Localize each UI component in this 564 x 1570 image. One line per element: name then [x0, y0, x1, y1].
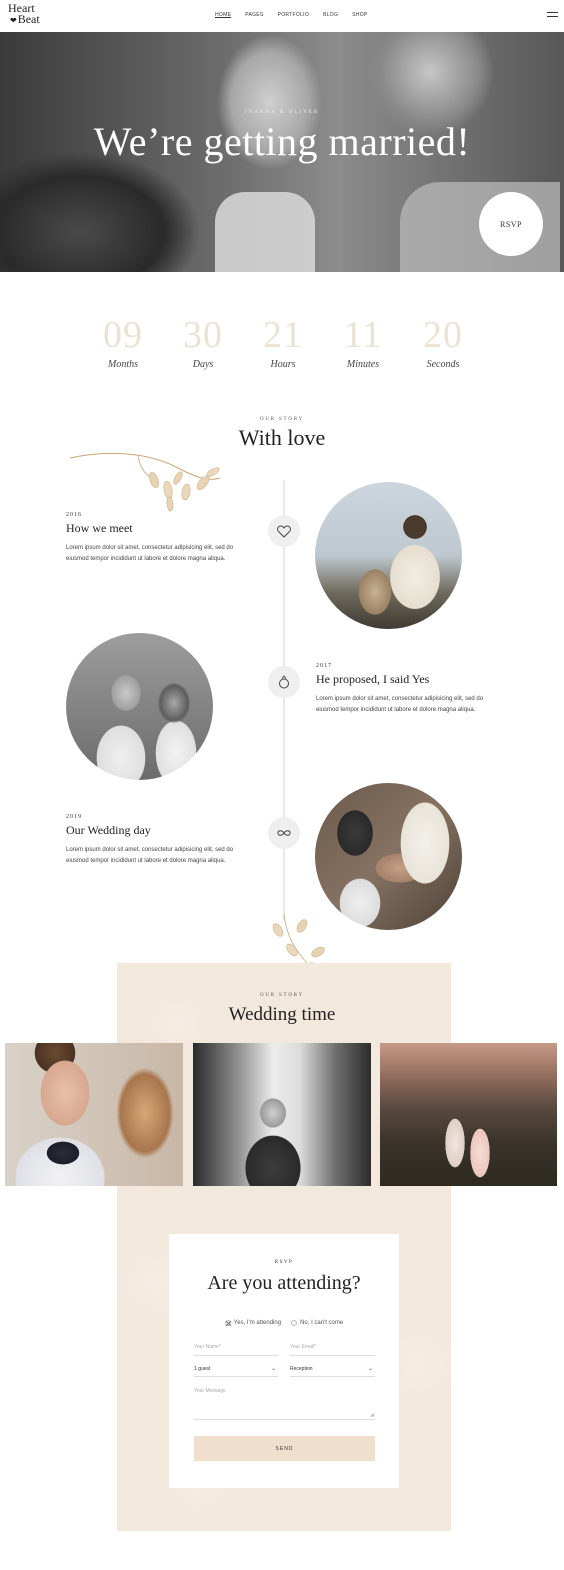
rsvp-badge-button[interactable]: RSVP	[479, 192, 543, 256]
event-title: How we meet	[66, 521, 133, 535]
menu-item-pages[interactable]: PAGES	[245, 12, 263, 18]
chevron-down-icon: ⌄	[270, 1366, 276, 1372]
countdown-value: 09	[103, 314, 143, 356]
event-select[interactable]: Reception ⌄	[290, 1363, 375, 1377]
photo-proposal	[66, 633, 213, 780]
countdown-label: Hours	[270, 359, 296, 370]
countdown-label: Days	[192, 359, 214, 370]
radio-not-attending-label: No, I can't come	[300, 1320, 344, 1326]
countdown-label: Minutes	[346, 359, 380, 370]
radio-attending[interactable]: Yes, I'm attending	[224, 1320, 282, 1326]
radio-checked-icon	[224, 1320, 231, 1326]
countdown-seconds: 20 Seconds	[403, 315, 483, 370]
hamburger-menu-icon[interactable]	[547, 12, 558, 18]
rsvp-form: RSVP Are you attending? Yes, I'm attendi…	[169, 1234, 399, 1488]
event-title: Our Wedding day	[66, 823, 151, 837]
guests-select-value: 1 guest	[194, 1366, 211, 1372]
countdown: 09 Months 30 Days 21 Hours 11 Minutes 20…	[83, 315, 483, 370]
event-text: Lorem ipsum dolor sit amet, consectetur …	[66, 545, 234, 562]
radio-unchecked-icon	[291, 1320, 298, 1326]
event-select-value: Reception	[290, 1366, 313, 1372]
rsvp-eyebrow: RSVP	[274, 1260, 294, 1265]
floral-sprig-icon	[272, 913, 325, 970]
radio-attending-label: Yes, I'm attending	[233, 1320, 282, 1326]
countdown-label: Months	[108, 359, 138, 370]
photo-wedding-day	[315, 783, 462, 930]
event-year: 2019	[66, 814, 82, 820]
hero-photo-detail	[215, 192, 315, 272]
event-text: Lorem ipsum dolor sit amet, consectetur …	[316, 696, 484, 713]
message-field[interactable]: Your Message ◢	[194, 1386, 375, 1420]
event-year: 2017	[316, 663, 332, 669]
countdown-days: 30 Days	[163, 315, 243, 370]
ring-icon	[279, 675, 289, 689]
resize-grip-icon[interactable]: ◢	[370, 1412, 374, 1418]
infinity-icon	[277, 830, 291, 836]
photo-how-we-meet	[315, 482, 462, 629]
countdown-value: 21	[263, 314, 303, 356]
send-button[interactable]: SEND	[194, 1436, 375, 1461]
countdown-value: 11	[343, 314, 383, 356]
hero-title: We’re getting married!	[93, 119, 471, 164]
countdown-hours: 21 Hours	[243, 315, 323, 370]
gallery-photo-couple-closeup[interactable]	[5, 1043, 183, 1186]
event-title: He proposed, I said Yes	[316, 672, 430, 686]
logo-line-2-text: Beat	[17, 12, 40, 26]
hero-banner: JOANNA & OLIVER We’re getting married! R…	[0, 32, 564, 272]
heart-icon: ❤	[10, 16, 17, 25]
menu-item-home[interactable]: HOME	[215, 12, 231, 18]
gallery-photo-couple-mountains[interactable]	[380, 1043, 557, 1186]
countdown-months: 09 Months	[83, 315, 163, 370]
rsvp-badge-label: RSVP	[499, 219, 522, 229]
menu-item-shop[interactable]: SHOP	[352, 12, 367, 18]
menu-item-portfolio[interactable]: PORTFOLIO	[278, 12, 310, 18]
menu-item-blog[interactable]: BLOG	[323, 12, 338, 18]
logo-line-2: ❤Beat	[8, 12, 54, 26]
event-year: 2016	[66, 512, 82, 518]
countdown-value: 20	[423, 314, 463, 356]
wedding-eyebrow: OUR STORY	[259, 993, 305, 998]
timeline-heart-marker	[268, 515, 300, 547]
countdown-label: Seconds	[426, 359, 460, 370]
countdown-minutes: 11 Minutes	[323, 315, 403, 370]
timeline-ring-marker	[268, 666, 300, 698]
guests-select[interactable]: 1 guest ⌄	[194, 1363, 278, 1377]
email-field[interactable]: Your Email*	[290, 1342, 375, 1356]
countdown-value: 30	[183, 314, 223, 356]
name-field[interactable]: Your Name*	[194, 1342, 278, 1356]
radio-not-attending[interactable]: No, I can't come	[291, 1320, 343, 1326]
story-eyebrow: OUR STORY	[259, 417, 305, 422]
floral-branch-icon	[69, 452, 221, 512]
attendance-options: Yes, I'm attending No, I can't come	[169, 1320, 399, 1326]
timeline-infinity-marker	[268, 817, 300, 849]
logo[interactable]: Heart ❤Beat	[8, 2, 54, 29]
event-text: Lorem ipsum dolor sit amet, consectetur …	[66, 847, 234, 864]
top-navigation: Heart ❤Beat HOME PAGES PORTFOLIO BLOG SH…	[0, 0, 564, 32]
wedding-title: Wedding time	[228, 1004, 336, 1025]
chevron-down-icon: ⌄	[367, 1366, 373, 1372]
rsvp-title: Are you attending?	[207, 1272, 361, 1294]
message-placeholder: Your Message	[194, 1388, 226, 1394]
couple-names: JOANNA & OLIVER	[244, 110, 320, 115]
gallery-photo-bride-window[interactable]	[193, 1043, 371, 1186]
heart-icon	[277, 524, 291, 538]
main-menu: HOME PAGES PORTFOLIO BLOG SHOP	[215, 12, 382, 18]
